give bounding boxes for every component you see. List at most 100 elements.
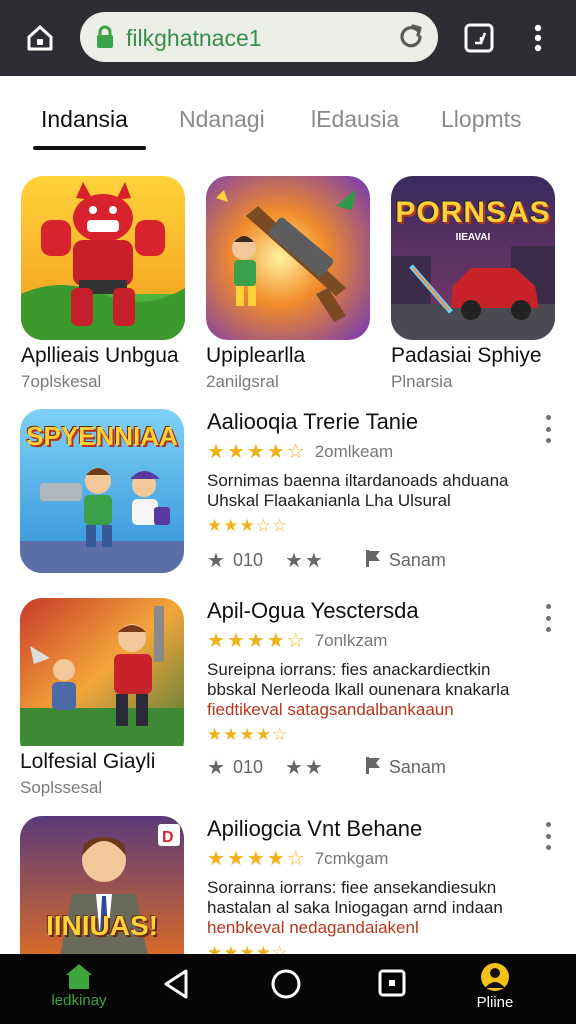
featured-app-title: Apllieais Unbgua [21,344,179,367]
star-outline-icon: ☆ [272,516,288,535]
star-outline-icon: ☆ [286,441,305,463]
browser-toolbar: filkghatnace1 [0,0,576,76]
small-rating: ★ ★ ★ ☆ ☆ [207,517,537,534]
bottom-navigation: ledkinay Pliine [0,954,576,1024]
description-line: Sureipna iorrans: fies anackardiectkin [207,660,491,679]
description-highlight: fiedtikeval satagsandalbankaaun [207,700,454,719]
featured-app-card[interactable]: Apllieais Unbgua 7oplskesal [21,176,187,392]
meta-count: 010 [232,550,263,570]
home-icon[interactable] [16,14,64,62]
app-thumbnail: D IINIUAS! [20,816,184,956]
featured-app-card[interactable]: Upiplearlla 2anilgsral [206,176,372,392]
reload-icon[interactable] [396,22,426,52]
tab-llopmts[interactable]: Llopmts [441,106,522,133]
description-highlight: henbkeval nedagandaiakenl [207,918,419,937]
featured-app-title: Upiplearlla [206,344,306,367]
description-line: hastalan al saka lniogagan arnd indaan [207,898,503,917]
recents-button[interactable] [357,968,427,1024]
nav-profile-label: Pliine [476,994,514,1011]
address-bar[interactable]: filkghatnace1 [80,12,438,62]
download-count: 7cmkgam [314,849,389,868]
app-info: Aaliooqia Trerie Tanie ★ ★ ★ ★ ☆ 2omlkeam So… [207,409,537,573]
active-tab-indicator [33,146,146,150]
circle-home-icon [271,969,301,999]
app-description: Sorainna iorrans: fiee ansekandiesukn ha… [207,878,537,938]
small-rating: ★ ★ ★ ★ ☆ [207,726,537,743]
rating-row: ★ ★ ★ ★ ☆ 7onlkzam [207,630,537,652]
star-icon: ★ [223,516,239,535]
star-icon: ★ [207,848,225,870]
meta-count: 010 [232,757,263,777]
app-title: Apiliogcia Vnt Behane [207,816,423,841]
lock-icon [97,25,113,48]
app-description: Sureipna iorrans: fies anackardiectkin b… [207,660,537,720]
kebab-menu-icon[interactable] [514,14,562,62]
description-line: bbskal Nerleoda lkall ounenara knakarla [207,680,510,699]
tab-switcher-icon[interactable] [455,14,503,62]
app-caption-subtitle: Soplssesal [20,778,103,797]
star-icon: ★ [207,757,225,779]
tab-indansia[interactable]: Indansia [41,106,128,133]
featured-app-subtitle: 2anilgsral [206,372,279,391]
star-icon: ★ [239,725,255,744]
more-options-icon[interactable] [540,604,556,632]
app-title: Aaliooqia Trerie Tanie [207,409,419,434]
app-art-subtitle: IIEAVAI [455,232,491,243]
description-line: Sornimas baenna iltardanoads ahduana [207,471,509,490]
star-icon: ★ [207,550,225,572]
recents-icon [378,969,406,997]
more-options-icon[interactable] [540,415,556,443]
app-thumbnail: SPYENNIAA [20,409,184,573]
star-icon: ★ [226,848,245,870]
star-icon: ★ [207,441,225,463]
app-info: Apiliogcia Vnt Behane ★ ★ ★ ★ ☆ 7cmkgam Sora… [207,816,537,961]
rating-row: ★ ★ ★ ★ ☆ 2omlkeam [207,441,537,463]
star-icon: ★★ [284,550,325,572]
nav-home[interactable]: ledkinay [44,962,114,1018]
meta-label: Sanam [388,550,446,570]
download-count: 2omlkeam [314,442,394,461]
featured-app-card[interactable]: PORNSAS IIEAVAI Padasiai Sphiye Plnarsia [391,176,557,392]
star-icon: ★ [266,630,285,652]
tab-ledausia[interactable]: lEdausia [311,106,399,133]
flag-icon [365,549,381,572]
app-thumbnail: PORNSAS IIEAVAI [391,176,555,340]
tab-ndanagi[interactable]: Ndanagi [179,106,265,133]
rating-row: ★ ★ ★ ★ ☆ 7cmkgam [207,848,537,870]
featured-app-title: Padasiai Sphiye [391,344,542,367]
app-title: Apil-Ogua Yesctersda [207,598,419,623]
category-tabs: Indansia Ndanagi lEdausia Llopmts [0,80,576,154]
star-icon: ★ [246,441,265,463]
description-line: Uhskal Flaakanianla Lha Ulsural [207,491,451,510]
app-thumbnail [21,176,185,340]
featured-app-subtitle: 7oplskesal [21,372,102,391]
back-button[interactable] [141,968,211,1024]
meta-row: ★ 010 ★★ Sanam [207,548,537,573]
app-thumbnail [20,598,184,762]
star-icon: ★ [226,441,245,463]
app-description: Sornimas baenna iltardanoads ahduana Uhs… [207,471,537,511]
url-text: filkghatnace1 [126,25,262,51]
star-outline-icon: ☆ [272,725,288,744]
home-button[interactable] [251,968,321,1024]
description-line: Sorainna iorrans: fiee ansekandiesukn [207,878,497,897]
star-icon: ★ [246,630,265,652]
home-icon [66,964,92,989]
app-thumbnail [206,176,370,340]
star-icon: ★ [255,725,271,744]
nav-home-label: ledkinay [51,992,107,1009]
star-icon: ★ [207,516,223,535]
app-info: Apil-Ogua Yesctersda ★ ★ ★ ★ ☆ 7onlkzam Sure… [207,598,537,780]
meta-row: ★ 010 ★★ Sanam [207,755,537,780]
back-icon [164,969,188,999]
more-options-icon[interactable] [540,822,556,850]
featured-app-subtitle: Plnarsia [391,372,453,391]
svg-text:D: D [162,829,174,846]
app-art-title: IINIUAS! [46,910,158,941]
star-icon: ★ [266,441,285,463]
nav-profile[interactable]: Pliine [460,962,530,1018]
star-icon: ★ [226,630,245,652]
meta-label: Sanam [388,757,446,777]
star-icon: ★ [239,516,255,535]
star-icon: ★ [223,725,239,744]
